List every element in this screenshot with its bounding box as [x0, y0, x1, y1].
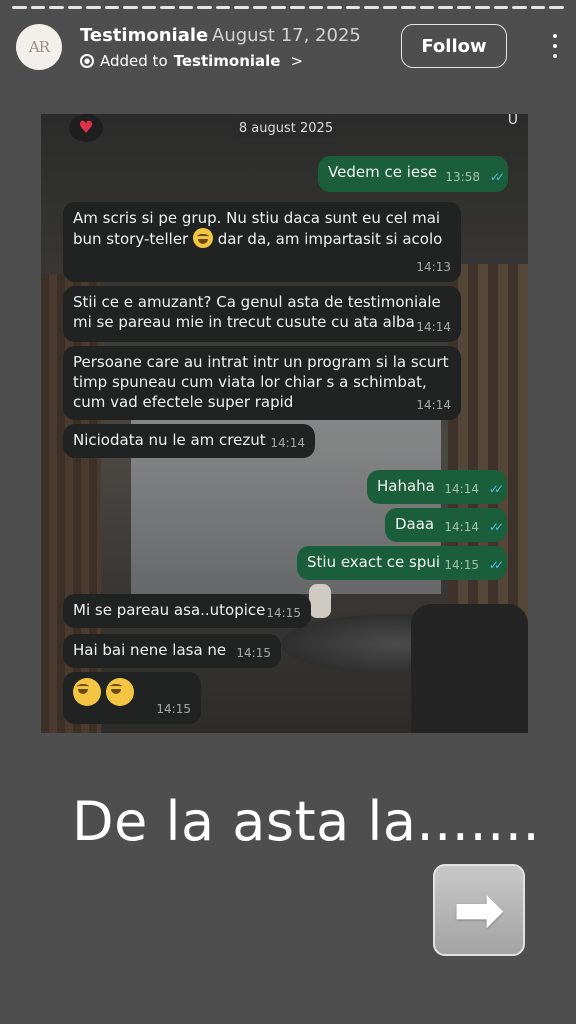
progress-segment [234, 6, 249, 9]
progress-segment [86, 6, 101, 9]
progress-segment [382, 6, 398, 9]
chat-message: Mi se pareau asa..utopice 14:15 [63, 594, 311, 628]
read-ticks-icon: ✓✓ [488, 520, 504, 534]
highlight-icon: ● [80, 54, 94, 68]
chat-message: Vedem ce iese 13:58 ✓✓ [318, 156, 508, 192]
progress-segment [530, 6, 546, 9]
added-to-prefix: Added to [100, 52, 168, 70]
progress-segment [493, 6, 509, 9]
right-arrow-icon: ➡ [433, 864, 525, 956]
chat-screenshot: ♥ 8 august 2025 U Vedem ce iese 13:58 ✓✓ … [41, 114, 528, 733]
progress-segment [104, 6, 120, 9]
story-caption: De la asta la....... [72, 790, 541, 853]
chat-message: 14:15 [63, 672, 201, 724]
background-chair [411, 604, 528, 733]
rolling-laughing-emoji [193, 228, 213, 248]
progress-segment [197, 6, 212, 9]
added-to-highlight[interactable]: ● Added to Testimoniale > [80, 52, 303, 70]
progress-segment [401, 6, 416, 9]
progress-segment [12, 6, 27, 9]
rolling-laughing-emoji [105, 678, 134, 706]
progress-segment [49, 6, 64, 9]
more-options-icon[interactable] [550, 34, 560, 58]
story-progress-bar [12, 6, 564, 9]
progress-segment [160, 6, 175, 9]
progress-segment [30, 6, 46, 9]
follow-button[interactable]: Follow [401, 24, 507, 68]
progress-segment [512, 6, 527, 9]
story-header: AR Testimoniale August 17, 2025 ● Added … [16, 22, 560, 74]
story-date: August 17, 2025 [212, 25, 361, 46]
chat-message: Hahaha 14:14 ✓✓ [367, 470, 507, 504]
highlight-name: Testimoniale [173, 52, 281, 70]
read-ticks-icon: ✓✓ [488, 558, 504, 572]
account-name[interactable]: Testimoniale [80, 25, 208, 46]
chevron-right-icon: > [290, 52, 304, 70]
background-vase [309, 584, 331, 618]
chat-message: Persoane care au intrat intr un program … [63, 346, 461, 420]
progress-segment [141, 6, 157, 9]
progress-segment [327, 6, 342, 9]
read-ticks-icon: ✓✓ [488, 482, 504, 496]
progress-segment [438, 6, 453, 9]
heart-icon: ♥ [69, 114, 103, 142]
corner-letter: U [507, 114, 518, 128]
chat-message: Stiu exact ce spui 14:15 ✓✓ [297, 546, 507, 580]
chat-message: Stii ce e amuzant? Ca genul asta de test… [63, 286, 461, 342]
progress-segment [271, 6, 286, 9]
read-ticks-icon: ✓✓ [489, 170, 505, 184]
chat-message: Am scris si pe grup. Nu stiu daca sunt e… [63, 202, 461, 282]
date-pill: 8 august 2025 [235, 117, 337, 139]
chat-message: Hai bai nene lasa ne 14:15 [63, 634, 281, 668]
progress-segment [308, 6, 324, 9]
progress-segment [549, 6, 564, 9]
progress-segment [252, 6, 268, 9]
rolling-laughing-emoji [73, 678, 101, 706]
progress-segment [123, 6, 138, 9]
progress-segment [475, 6, 490, 9]
progress-segment [345, 6, 361, 9]
progress-segment [215, 6, 231, 9]
progress-segment [456, 6, 472, 9]
progress-segment [67, 6, 83, 9]
chat-message: Daaa 14:14 ✓✓ [385, 508, 507, 542]
chat-message: Niciodata nu le am crezut 14:14 [63, 424, 315, 458]
progress-segment [289, 6, 305, 9]
progress-segment [364, 6, 379, 9]
avatar[interactable]: AR [16, 24, 62, 70]
progress-segment [419, 6, 435, 9]
progress-segment [178, 6, 194, 9]
